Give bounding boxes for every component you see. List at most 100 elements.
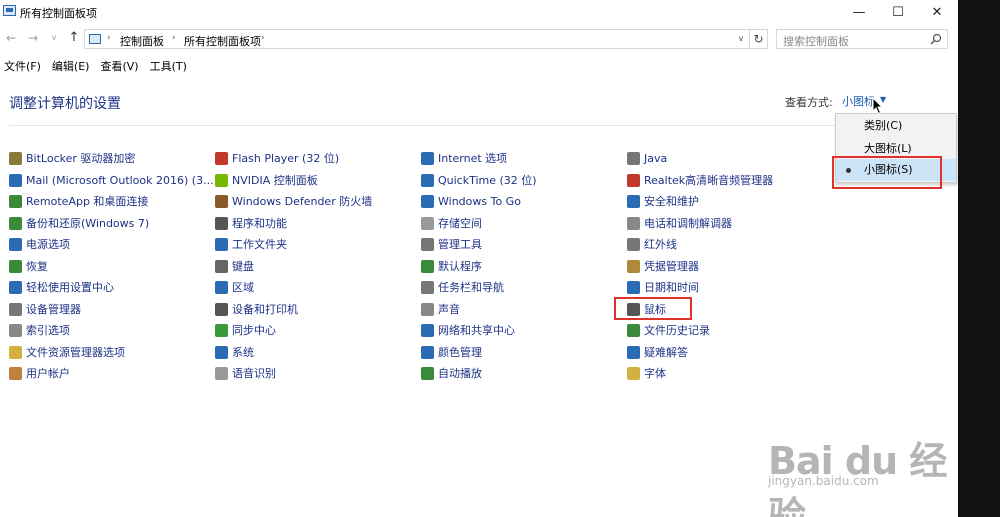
control-panel-item-label: QuickTime (32 位) [438,174,537,187]
forward-button[interactable]: → [25,30,41,46]
control-panel-item[interactable]: 键盘 [215,257,254,275]
menu-tools[interactable]: 工具(T) [146,57,191,75]
control-panel-item[interactable]: 程序和功能 [215,214,287,232]
control-panel-item-label: 同步中心 [232,324,276,337]
search-box[interactable]: 搜索控制面板 [776,29,948,49]
search-input[interactable]: 搜索控制面板 [783,33,849,49]
control-panel-item-label: Internet 选项 [438,152,508,165]
control-panel-item[interactable]: 颜色管理 [421,343,482,361]
menu-edit[interactable]: 编辑(E) [48,57,94,75]
control-panel-item[interactable]: 安全和维护 [627,192,699,210]
breadcrumb-separator[interactable]: › [172,33,176,43]
control-panel-item[interactable]: 声音 [421,300,460,318]
control-panel-item[interactable]: 备份和还原(Windows 7) [9,214,149,232]
control-panel-item-label: 颜色管理 [438,346,482,359]
highlight-box-mouse [614,297,692,320]
control-panel-item[interactable]: RemoteApp 和桌面连接 [9,192,148,210]
up-button[interactable]: ↑ [66,30,82,46]
control-panel-item-label: Mail (Microsoft Outlook 2016) (3... [26,173,214,187]
control-panel-item[interactable]: NVIDIA 控制面板 [215,171,318,189]
control-panel-item[interactable]: 红外线 [627,235,677,253]
minimize-button[interactable]: — [840,0,878,24]
control-panel-item[interactable]: 默认程序 [421,257,482,275]
back-button[interactable]: ← [3,30,19,46]
control-panel-item-label: Windows Defender 防火墙 [232,195,373,208]
control-panel-item[interactable]: 自动播放 [421,364,482,382]
control-panel-item[interactable]: 文件资源管理器选项 [9,343,125,361]
applet-icon [9,259,22,273]
control-panel-item[interactable]: QuickTime (32 位) [421,171,537,189]
applet-icon [627,173,640,187]
control-panel-item-label: 自动播放 [438,367,482,380]
control-panel-item-label: 电话和调制解调器 [644,217,732,230]
control-panel-item[interactable]: 文件历史记录 [627,321,710,339]
control-panel-item[interactable]: 恢复 [9,257,48,275]
recent-locations-button[interactable]: v [46,30,62,46]
applet-icon [215,216,228,230]
highlight-box-small-icons [832,156,942,189]
control-panel-item[interactable]: 工作文件夹 [215,235,287,253]
control-panel-item-label: Realtek高清晰音频管理器 [644,174,774,187]
control-panel-item-label: 字体 [644,367,666,380]
title-bar: 所有控制面板项 — ☐ ✕ [0,0,958,24]
control-panel-item[interactable]: 设备管理器 [9,300,81,318]
breadcrumb-separator[interactable]: › [107,33,111,43]
control-panel-icon [89,34,101,44]
control-panel-item-label: 疑难解答 [644,346,688,359]
control-panel-item-label: 工作文件夹 [232,238,287,251]
control-panel-item[interactable]: Windows To Go [421,192,521,210]
page-title: 调整计算机的设置 [9,96,121,112]
view-by-dropdown[interactable]: 小图标 [842,93,875,109]
address-dropdown-button[interactable]: v [733,30,749,48]
control-panel-item-label: 日期和时间 [644,281,699,294]
control-panel-item[interactable]: 系统 [215,343,254,361]
refresh-button[interactable]: ↻ [750,29,768,49]
control-panel-item[interactable]: 任务栏和导航 [421,278,504,296]
maximize-button[interactable]: ☐ [879,0,917,24]
control-panel-item[interactable]: 网络和共享中心 [421,321,515,339]
control-panel-item[interactable]: Flash Player (32 位) [215,149,339,167]
applet-icon [627,194,640,208]
control-panel-item[interactable]: Mail (Microsoft Outlook 2016) (3... [9,171,214,189]
control-panel-item[interactable]: BitLocker 驱动器加密 [9,149,135,167]
control-panel-item[interactable]: 电话和调制解调器 [627,214,732,232]
menu-view[interactable]: 查看(V) [96,57,142,75]
view-option-category[interactable]: 类别(C) [836,115,956,137]
search-icon[interactable] [930,33,942,45]
control-panel-item[interactable]: 语音识别 [215,364,276,382]
applet-icon [9,151,22,165]
control-panel-item-label: 设备管理器 [26,303,81,316]
control-panel-item[interactable]: 管理工具 [421,235,482,253]
applet-icon [421,280,434,294]
applet-icon [627,216,640,230]
control-panel-item[interactable]: Windows Defender 防火墙 [215,192,372,210]
control-panel-item-label: 恢复 [26,260,48,273]
breadcrumb-separator[interactable]: › [261,33,265,43]
control-panel-item[interactable]: 字体 [627,364,666,382]
control-panel-item[interactable]: Realtek高清晰音频管理器 [627,171,773,189]
control-panel-item[interactable]: 疑难解答 [627,343,688,361]
view-by-label: 查看方式: [785,96,833,109]
applet-icon [421,173,434,187]
control-panel-item[interactable]: 同步中心 [215,321,276,339]
control-panel-item[interactable]: 日期和时间 [627,278,699,296]
applet-icon [627,259,640,273]
control-panel-item[interactable]: 设备和打印机 [215,300,298,318]
control-panel-item[interactable]: 轻松使用设置中心 [9,278,114,296]
applet-icon [9,216,22,230]
menu-file[interactable]: 文件(F) [0,57,45,75]
control-panel-item[interactable]: Java [627,149,667,167]
control-panel-item[interactable]: 用户帐户 [9,364,70,382]
control-panel-item[interactable]: 区域 [215,278,254,296]
control-panel-item[interactable]: 凭据管理器 [627,257,699,275]
control-panel-item[interactable]: 存储空间 [421,214,482,232]
breadcrumb-all-items[interactable]: 所有控制面板项 [184,33,261,49]
breadcrumb-control-panel[interactable]: 控制面板 [120,33,164,49]
control-panel-item[interactable]: 索引选项 [9,321,70,339]
control-panel-item[interactable]: 电源选项 [9,235,70,253]
close-button[interactable]: ✕ [918,0,956,24]
applet-icon [421,302,434,316]
control-panel-item-label: 网络和共享中心 [438,324,515,337]
control-panel-item[interactable]: Internet 选项 [421,149,507,167]
address-bar[interactable]: › 控制面板 › 所有控制面板项 › v [84,29,750,49]
